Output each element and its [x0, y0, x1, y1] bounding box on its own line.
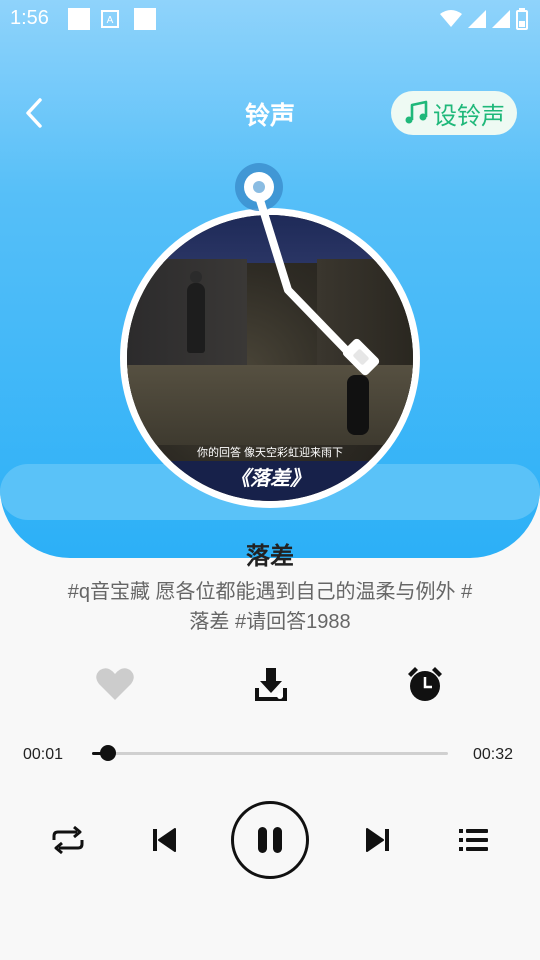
- battery-icon: [516, 8, 528, 30]
- set-ringtone-label: 设铃声: [433, 102, 505, 130]
- next-button[interactable]: [360, 820, 396, 860]
- status-bar: 1:56 A: [0, 0, 540, 38]
- cover-subtitle: 你的回答 像天空彩虹迎来雨下: [196, 447, 344, 459]
- playlist-button[interactable]: [454, 820, 494, 860]
- music-note-icon: [405, 100, 428, 124]
- total-time: 00:32: [473, 746, 514, 763]
- notification-square-icon: [68, 8, 90, 30]
- notification-square-icon: [134, 8, 156, 30]
- signal-icon: [468, 10, 486, 28]
- wifi-icon: [440, 10, 462, 27]
- skip-previous-icon: [153, 828, 176, 852]
- like-button[interactable]: [93, 662, 137, 706]
- tonearm-icon: [235, 163, 380, 376]
- text-notification-icon: A: [101, 10, 119, 28]
- cover-title: 《落差》: [230, 468, 310, 490]
- progress-slider[interactable]: [92, 745, 448, 761]
- current-time: 00:01: [23, 746, 64, 763]
- alarm-clock-icon: [408, 667, 442, 701]
- cover-figure: [187, 271, 205, 353]
- alarm-button[interactable]: [403, 662, 447, 706]
- download-icon: [255, 668, 287, 701]
- progress-thumb[interactable]: [100, 745, 116, 761]
- skip-next-icon: [366, 828, 389, 852]
- song-title: 落差: [246, 543, 294, 570]
- repeat-button[interactable]: [48, 820, 88, 860]
- pause-icon: [258, 827, 282, 853]
- play-pause-button[interactable]: [231, 801, 309, 879]
- repeat-icon: [52, 825, 84, 855]
- download-button[interactable]: [249, 662, 293, 706]
- signal-icon: [492, 10, 510, 28]
- song-description: #q音宝藏 愿各位都能遇到自己的温柔与例外 #落差 #请回答1988: [67, 581, 473, 633]
- previous-button[interactable]: [146, 820, 182, 860]
- set-ringtone-button[interactable]: 设铃声: [391, 91, 517, 135]
- heart-icon: [96, 668, 134, 700]
- status-time: 1:56: [10, 7, 49, 29]
- playlist-icon: [459, 829, 488, 851]
- status-indicators: [440, 6, 528, 32]
